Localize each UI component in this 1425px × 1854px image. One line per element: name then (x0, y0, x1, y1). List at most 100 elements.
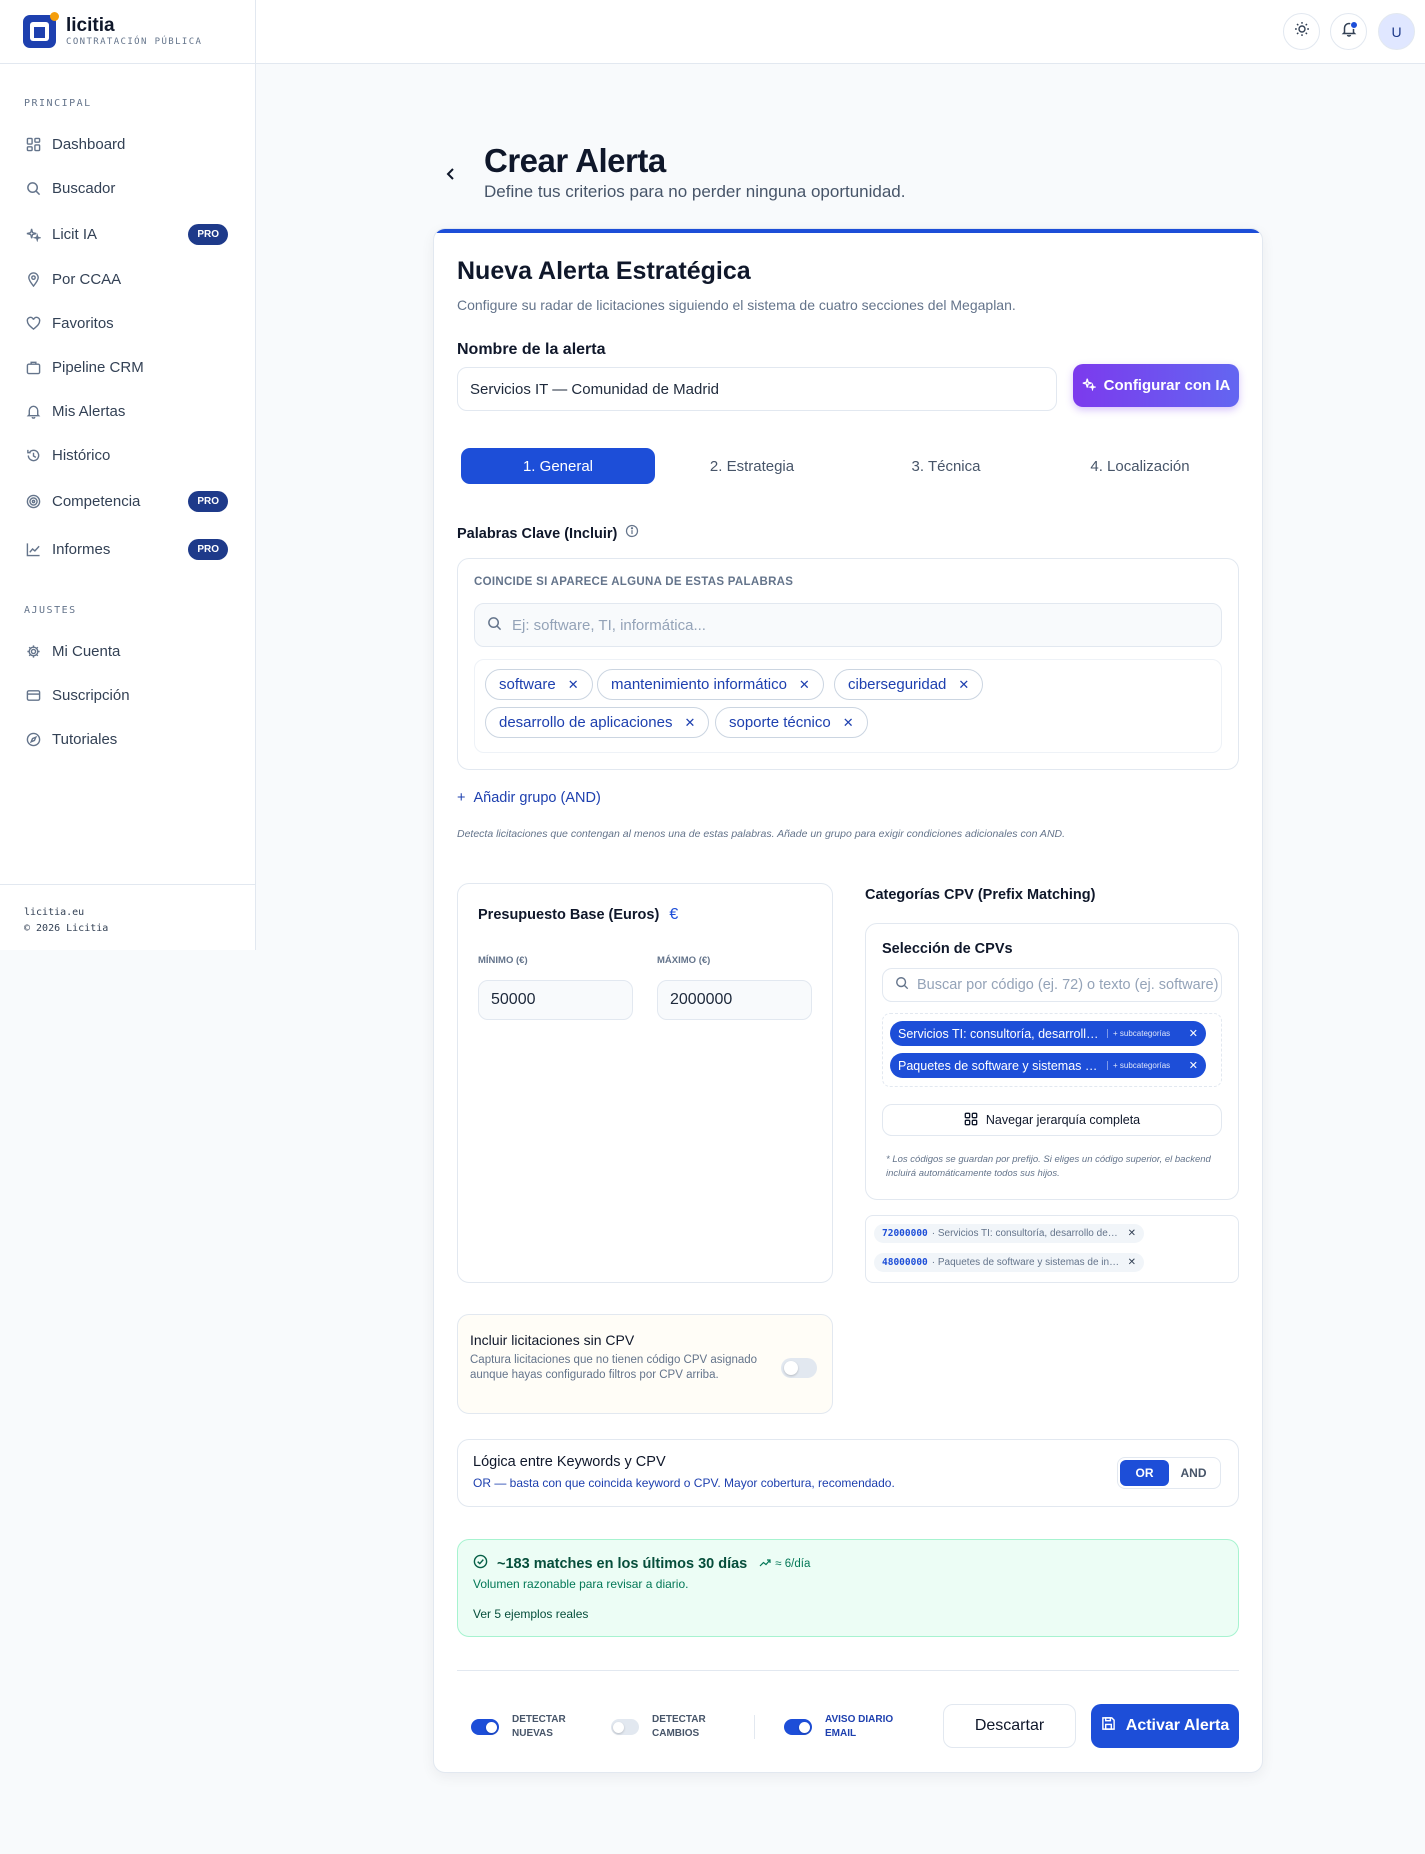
euro-icon: € (669, 906, 679, 923)
search-icon (895, 976, 909, 994)
remove-icon[interactable]: ✕ (684, 715, 695, 731)
tab-general[interactable]: 1. General (461, 448, 655, 484)
daily-email-toggle[interactable] (784, 1719, 812, 1735)
alert-name-input[interactable]: Servicios IT — Comunidad de Madrid (457, 367, 1057, 411)
cpv-search-input[interactable]: Buscar por código (ej. 72) o texto (ej. … (882, 968, 1222, 1002)
alert-name-label: Nombre de la alerta (457, 341, 606, 358)
discard-button[interactable]: Descartar (943, 1704, 1076, 1748)
keyword-chip-label: software (499, 676, 556, 693)
sparkles-icon (1082, 377, 1097, 395)
form-title: Nueva Alerta Estratégica (457, 257, 751, 285)
cpv-chip: Servicios TI: consultoría, desarrollo de… (890, 1021, 1206, 1046)
sparkles-icon (24, 225, 42, 243)
matches-title: ~183 matches en los últimos 30 días (497, 1556, 748, 1572)
sidebar-item-por-ccaa[interactable]: Por CCAA (24, 262, 228, 296)
configure-ai-button[interactable]: Configurar con IA (1073, 364, 1239, 407)
remove-icon[interactable]: ✕ (958, 677, 969, 693)
logic-or-button[interactable]: OR (1120, 1460, 1169, 1486)
nav-section-ajustes: AJUSTES (24, 605, 77, 616)
budget-heading: Presupuesto Base (Euros) € (478, 906, 678, 924)
user-avatar[interactable]: U (1378, 13, 1415, 50)
sidebar-item-label: Mi Cuenta (52, 642, 121, 660)
sidebar-item-label: Suscripción (52, 686, 130, 704)
budget-panel: Presupuesto Base (Euros) € MÍNIMO (€) 50… (457, 883, 833, 1283)
sidebar-item-favoritos[interactable]: Favoritos (24, 306, 228, 340)
form-tabs: 1. General 2. Estrategia 3. Técnica 4. L… (461, 448, 1237, 484)
tab-tecnica[interactable]: 3. Técnica (849, 448, 1043, 484)
sidebar-item-tutoriales[interactable]: Tutoriales (24, 722, 228, 756)
back-button[interactable] (441, 164, 461, 184)
remove-icon[interactable]: ✕ (568, 677, 579, 693)
keywords-help: Detecta licitaciones que contengan al me… (457, 828, 1066, 840)
sidebar-item-historico[interactable]: Histórico (24, 438, 228, 472)
keyword-search-input[interactable]: Ej: software, TI, informática... (474, 603, 1222, 647)
grid-icon (964, 1112, 978, 1129)
budget-min-input[interactable]: 50000 (478, 980, 633, 1020)
keywords-label: Palabras Clave (Incluir) (457, 525, 618, 542)
logic-and-button[interactable]: AND (1169, 1460, 1218, 1486)
heart-icon (24, 314, 42, 332)
cpv-chip-sub: + subcategorías (1107, 1029, 1170, 1038)
brand-name: licitia (66, 14, 115, 36)
matches-rate: ≈ 6/día (775, 1558, 811, 1570)
sidebar-item-label: Buscador (52, 179, 116, 197)
theme-toggle-button[interactable] (1283, 13, 1320, 50)
keywords-heading: Palabras Clave (Incluir) (457, 524, 639, 543)
view-examples-link[interactable]: Ver 5 ejemplos reales (473, 1607, 588, 1621)
plus-icon: + (457, 790, 466, 806)
pro-badge: PRO (188, 538, 228, 560)
tab-localizacion[interactable]: 4. Localización (1043, 448, 1237, 484)
target-icon (24, 492, 42, 510)
cpv-selected-label: · Servicios TI: consultoría, desarrollo … (931, 1228, 1120, 1239)
logic-panel: Lógica entre Keywords y CPV OR — basta c… (457, 1439, 1239, 1507)
keywords-group: COINCIDE SI APARECE ALGUNA DE ESTAS PALA… (457, 558, 1239, 770)
sidebar-item-suscripcion[interactable]: Suscripción (24, 678, 228, 712)
sidebar-item-label: Pipeline CRM (52, 358, 144, 376)
remove-icon[interactable]: ✕ (1189, 1027, 1198, 1040)
remove-icon[interactable]: ✕ (1189, 1059, 1198, 1072)
brand[interactable]: licitia CONTRATACIÓN PÚBLICA (0, 0, 255, 64)
budget-max-input[interactable]: 2000000 (657, 980, 812, 1020)
sun-icon (1294, 21, 1310, 42)
dashboard-icon (24, 135, 42, 153)
logic-desc: OR — basta con que coincida keyword o CP… (473, 1476, 895, 1490)
add-group-label: Añadir grupo (AND) (473, 790, 601, 806)
nocpv-desc: Captura licitaciones que no tienen códig… (470, 1354, 758, 1381)
info-icon[interactable] (625, 524, 639, 543)
tab-estrategia[interactable]: 2. Estrategia (655, 448, 849, 484)
sidebar-item-buscador[interactable]: Buscador (24, 171, 228, 205)
logic-title: Lógica entre Keywords y CPV (473, 1454, 666, 1470)
sidebar-item-competencia[interactable]: Competencia PRO (24, 484, 228, 518)
cpv-chips: Servicios TI: consultoría, desarrollo de… (882, 1013, 1222, 1087)
remove-icon[interactable]: ✕ (1128, 1228, 1136, 1239)
sidebar-item-label: Histórico (52, 446, 111, 464)
sidebar-item-label: Informes (52, 540, 111, 558)
activate-alert-button[interactable]: Activar Alerta (1091, 1704, 1239, 1748)
detect-changes-toggle[interactable] (611, 1719, 639, 1735)
footer-domain[interactable]: licitia.eu (24, 905, 232, 921)
detect-new-toggle[interactable] (471, 1719, 499, 1735)
remove-icon[interactable]: ✕ (843, 715, 854, 731)
matches-estimate: ~183 matches en los últimos 30 días ≈ 6/… (457, 1539, 1239, 1637)
sidebar-footer: licitia.eu © 2026 Licitia (0, 884, 256, 950)
daily-email-control: AVISO DIARIO EMAIL (784, 1713, 903, 1741)
sidebar-item-label: Favoritos (52, 314, 114, 332)
detect-changes-control: DETECTAR CAMBIOS (611, 1713, 712, 1741)
sidebar-item-informes[interactable]: Informes PRO (24, 532, 228, 566)
notifications-button[interactable] (1330, 13, 1367, 50)
sidebar-item-mi-cuenta[interactable]: Mi Cuenta (24, 634, 228, 668)
divider (457, 1670, 1239, 1671)
sidebar-item-mis-alertas[interactable]: Mis Alertas (24, 394, 228, 428)
licitia-logo (23, 12, 59, 48)
browse-hierarchy-button[interactable]: Navegar jerarquía completa (882, 1104, 1222, 1136)
remove-icon[interactable]: ✕ (799, 677, 810, 693)
include-no-cpv-toggle[interactable] (781, 1358, 817, 1378)
briefcase-icon (24, 358, 42, 376)
add-group-button[interactable]: + Añadir grupo (AND) (457, 790, 601, 806)
browse-hierarchy-label: Navegar jerarquía completa (985, 1113, 1141, 1127)
sidebar-item-dashboard[interactable]: Dashboard (24, 127, 228, 161)
check-circle-icon (473, 1554, 488, 1574)
sidebar-item-pipeline-crm[interactable]: Pipeline CRM (24, 350, 228, 384)
remove-icon[interactable]: ✕ (1128, 1257, 1136, 1268)
sidebar-item-licit-ia[interactable]: Licit IA PRO (24, 217, 228, 251)
